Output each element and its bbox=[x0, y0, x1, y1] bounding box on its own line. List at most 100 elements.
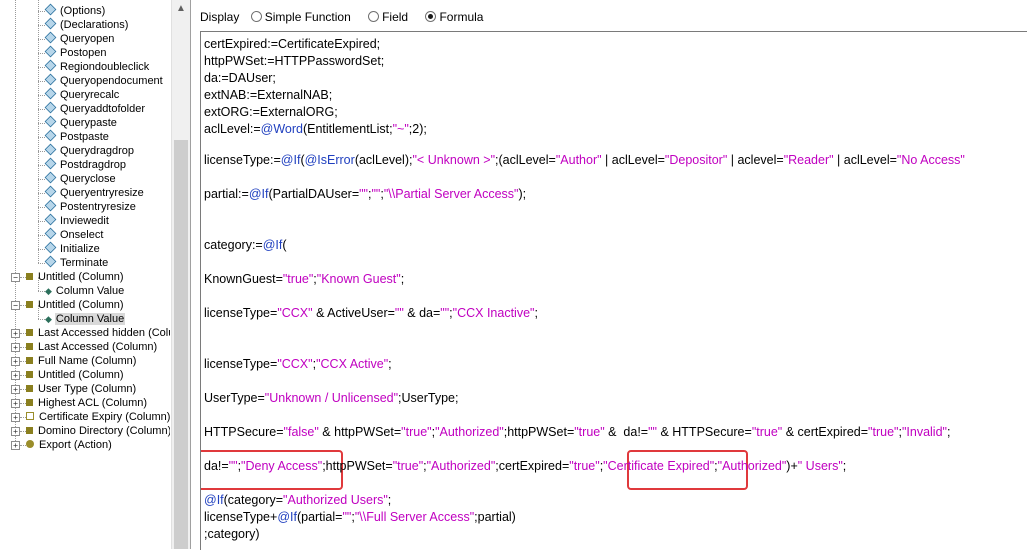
string-literal: "Reader" bbox=[783, 153, 834, 167]
tree-node-4[interactable]: User Type (Column) bbox=[26, 382, 137, 396]
event-icon bbox=[44, 213, 57, 226]
tree-event-8[interactable]: Querypaste bbox=[44, 115, 118, 130]
event-icon bbox=[44, 143, 57, 156]
string-literal: " Users" bbox=[797, 459, 843, 473]
radio-field-label[interactable]: Field bbox=[382, 10, 408, 24]
tree-event-18[interactable]: Terminate bbox=[44, 255, 109, 270]
string-literal: "Authorized Users" bbox=[283, 493, 388, 507]
formula-editor[interactable]: certExpired:=CertificateExpired; httpPWSe… bbox=[200, 31, 1027, 550]
tree-column-untitled-2[interactable]: Untitled (Column) bbox=[26, 298, 125, 312]
tree-event-7[interactable]: Queryaddtofolder bbox=[44, 101, 146, 116]
code-token: | aclLevel= bbox=[833, 153, 897, 167]
code-token: & ActiveUser= bbox=[312, 306, 395, 320]
action-icon bbox=[26, 440, 34, 448]
column-icon bbox=[26, 385, 33, 392]
tree-event-14-label: Postentryresize bbox=[60, 201, 136, 213]
radio-formula-label[interactable]: Formula bbox=[439, 10, 483, 24]
tree-event-4[interactable]: Regiondoubleclick bbox=[44, 59, 150, 74]
tree-node-7[interactable]: Domino Directory (Column) bbox=[26, 424, 170, 438]
event-icon bbox=[44, 171, 57, 184]
tree-event-15[interactable]: Inviewedit bbox=[44, 213, 110, 228]
tree-event-13[interactable]: Queryentryresize bbox=[44, 185, 145, 200]
tree-connector bbox=[38, 221, 45, 222]
tree-event-3[interactable]: Postopen bbox=[44, 45, 107, 60]
tree-event-12[interactable]: Queryclose bbox=[44, 171, 117, 186]
tree-event-2-label: Queryopen bbox=[60, 33, 115, 45]
tree-node-6[interactable]: Certificate Expiry (Column) bbox=[26, 410, 170, 424]
tree-node-0[interactable]: Last Accessed hidden (Colu bbox=[26, 326, 170, 340]
expand-toggle[interactable]: + bbox=[11, 427, 20, 436]
tree-connector bbox=[38, 291, 45, 292]
tree-column-untitled-1[interactable]: Untitled (Column) bbox=[26, 270, 125, 284]
code-token: ; bbox=[946, 425, 951, 439]
tree-column-value-2[interactable]: ◆ Column Value bbox=[45, 312, 126, 326]
tree-column-untitled-1-label: Untitled (Column) bbox=[38, 271, 124, 283]
tree-event-17[interactable]: Initialize bbox=[44, 241, 101, 256]
tree-node-1[interactable]: Last Accessed (Column) bbox=[26, 340, 158, 354]
tree-column-value-2-label: Column Value bbox=[54, 313, 126, 325]
code-line: KnownGuest="true";"Known Guest"; bbox=[204, 271, 404, 288]
tree-event-14[interactable]: Postentryresize bbox=[44, 199, 137, 214]
tree-node-4-label: User Type (Column) bbox=[38, 383, 137, 395]
scroll-up-arrow-icon[interactable]: ▲ bbox=[172, 0, 190, 18]
scroll-thumb[interactable] bbox=[174, 140, 188, 549]
function-keyword: @If bbox=[248, 187, 269, 201]
tree-column-untitled-2-label: Untitled (Column) bbox=[38, 299, 124, 311]
tree-node-2-label: Full Name (Column) bbox=[38, 355, 137, 367]
tree-event-12-label: Queryclose bbox=[60, 173, 116, 185]
tree-event-17-label: Initialize bbox=[60, 243, 100, 255]
collapse-toggle[interactable]: − bbox=[11, 301, 20, 310]
tree-vertical-scrollbar[interactable]: ▲ bbox=[171, 0, 190, 549]
code-token: & HTTPSecure= bbox=[656, 425, 752, 439]
string-literal: "" bbox=[394, 306, 404, 320]
code-line: licenseType:=@If(@IsError(aclLevel);"< U… bbox=[204, 152, 965, 169]
event-icon bbox=[44, 199, 57, 212]
radio-formula[interactable] bbox=[425, 11, 437, 22]
code-token: category:= bbox=[204, 238, 263, 252]
code-token: (aclLevel); bbox=[354, 153, 413, 167]
radio-simple-function-label[interactable]: Simple Function bbox=[265, 10, 351, 24]
tree-event-10[interactable]: Querydragdrop bbox=[44, 143, 135, 158]
radio-simple-function[interactable] bbox=[250, 11, 262, 22]
tree-event-6-label: Queryrecalc bbox=[60, 89, 120, 101]
code-token: ;UserType; bbox=[398, 391, 459, 405]
tree-node-3[interactable]: Untitled (Column) bbox=[26, 368, 125, 382]
radio-field[interactable] bbox=[368, 11, 380, 22]
code-line: da:=DAUser; bbox=[204, 70, 276, 87]
tree-connector bbox=[38, 11, 45, 12]
collapse-toggle[interactable]: − bbox=[11, 273, 20, 282]
tree-event-16[interactable]: Onselect bbox=[44, 227, 104, 242]
code-token: ;(aclLevel= bbox=[495, 153, 556, 167]
string-literal: "CCX Inactive" bbox=[452, 306, 535, 320]
tree-node-5[interactable]: Highest ACL (Column) bbox=[26, 396, 148, 410]
expand-toggle[interactable]: + bbox=[11, 413, 20, 422]
expand-toggle[interactable]: + bbox=[11, 329, 20, 338]
expand-toggle[interactable]: + bbox=[11, 371, 20, 380]
code-line: licenseType+@If(partial="";"\\Full Serve… bbox=[204, 509, 516, 526]
tree-connector bbox=[38, 67, 45, 68]
expand-toggle[interactable]: + bbox=[11, 399, 20, 408]
string-literal: "true" bbox=[751, 425, 783, 439]
string-literal: "Deny Access" bbox=[241, 459, 323, 473]
expand-toggle[interactable]: + bbox=[11, 357, 20, 366]
expand-toggle[interactable]: + bbox=[11, 385, 20, 394]
tree-node-2[interactable]: Full Name (Column) bbox=[26, 354, 137, 368]
string-literal: "Authorized" bbox=[426, 459, 496, 473]
expand-toggle[interactable]: + bbox=[11, 343, 20, 352]
tree-column-value-1[interactable]: ◆ Column Value bbox=[45, 284, 125, 298]
tree-event-5[interactable]: Queryopendocument bbox=[44, 73, 164, 88]
function-keyword: @IsError bbox=[304, 153, 355, 167]
tree-event-0[interactable]: (Options) bbox=[44, 3, 106, 18]
tree-event-2[interactable]: Queryopen bbox=[44, 31, 115, 46]
tree-event-11[interactable]: Postdragdrop bbox=[44, 157, 127, 172]
code-token: ;category) bbox=[204, 527, 260, 541]
tree-event-6[interactable]: Queryrecalc bbox=[44, 87, 120, 102]
tree-node-8-label: Export (Action) bbox=[39, 439, 112, 451]
display-label: Display bbox=[200, 10, 240, 24]
tree-node-8[interactable]: Export (Action) bbox=[26, 438, 113, 452]
tree-event-9[interactable]: Postpaste bbox=[44, 129, 110, 144]
expand-toggle[interactable]: + bbox=[11, 441, 20, 450]
code-line: partial:=@If(PartialDAUser="";"";"\\Part… bbox=[204, 186, 526, 203]
tree-event-1[interactable]: (Declarations) bbox=[44, 17, 129, 32]
tree-connector bbox=[38, 109, 45, 110]
